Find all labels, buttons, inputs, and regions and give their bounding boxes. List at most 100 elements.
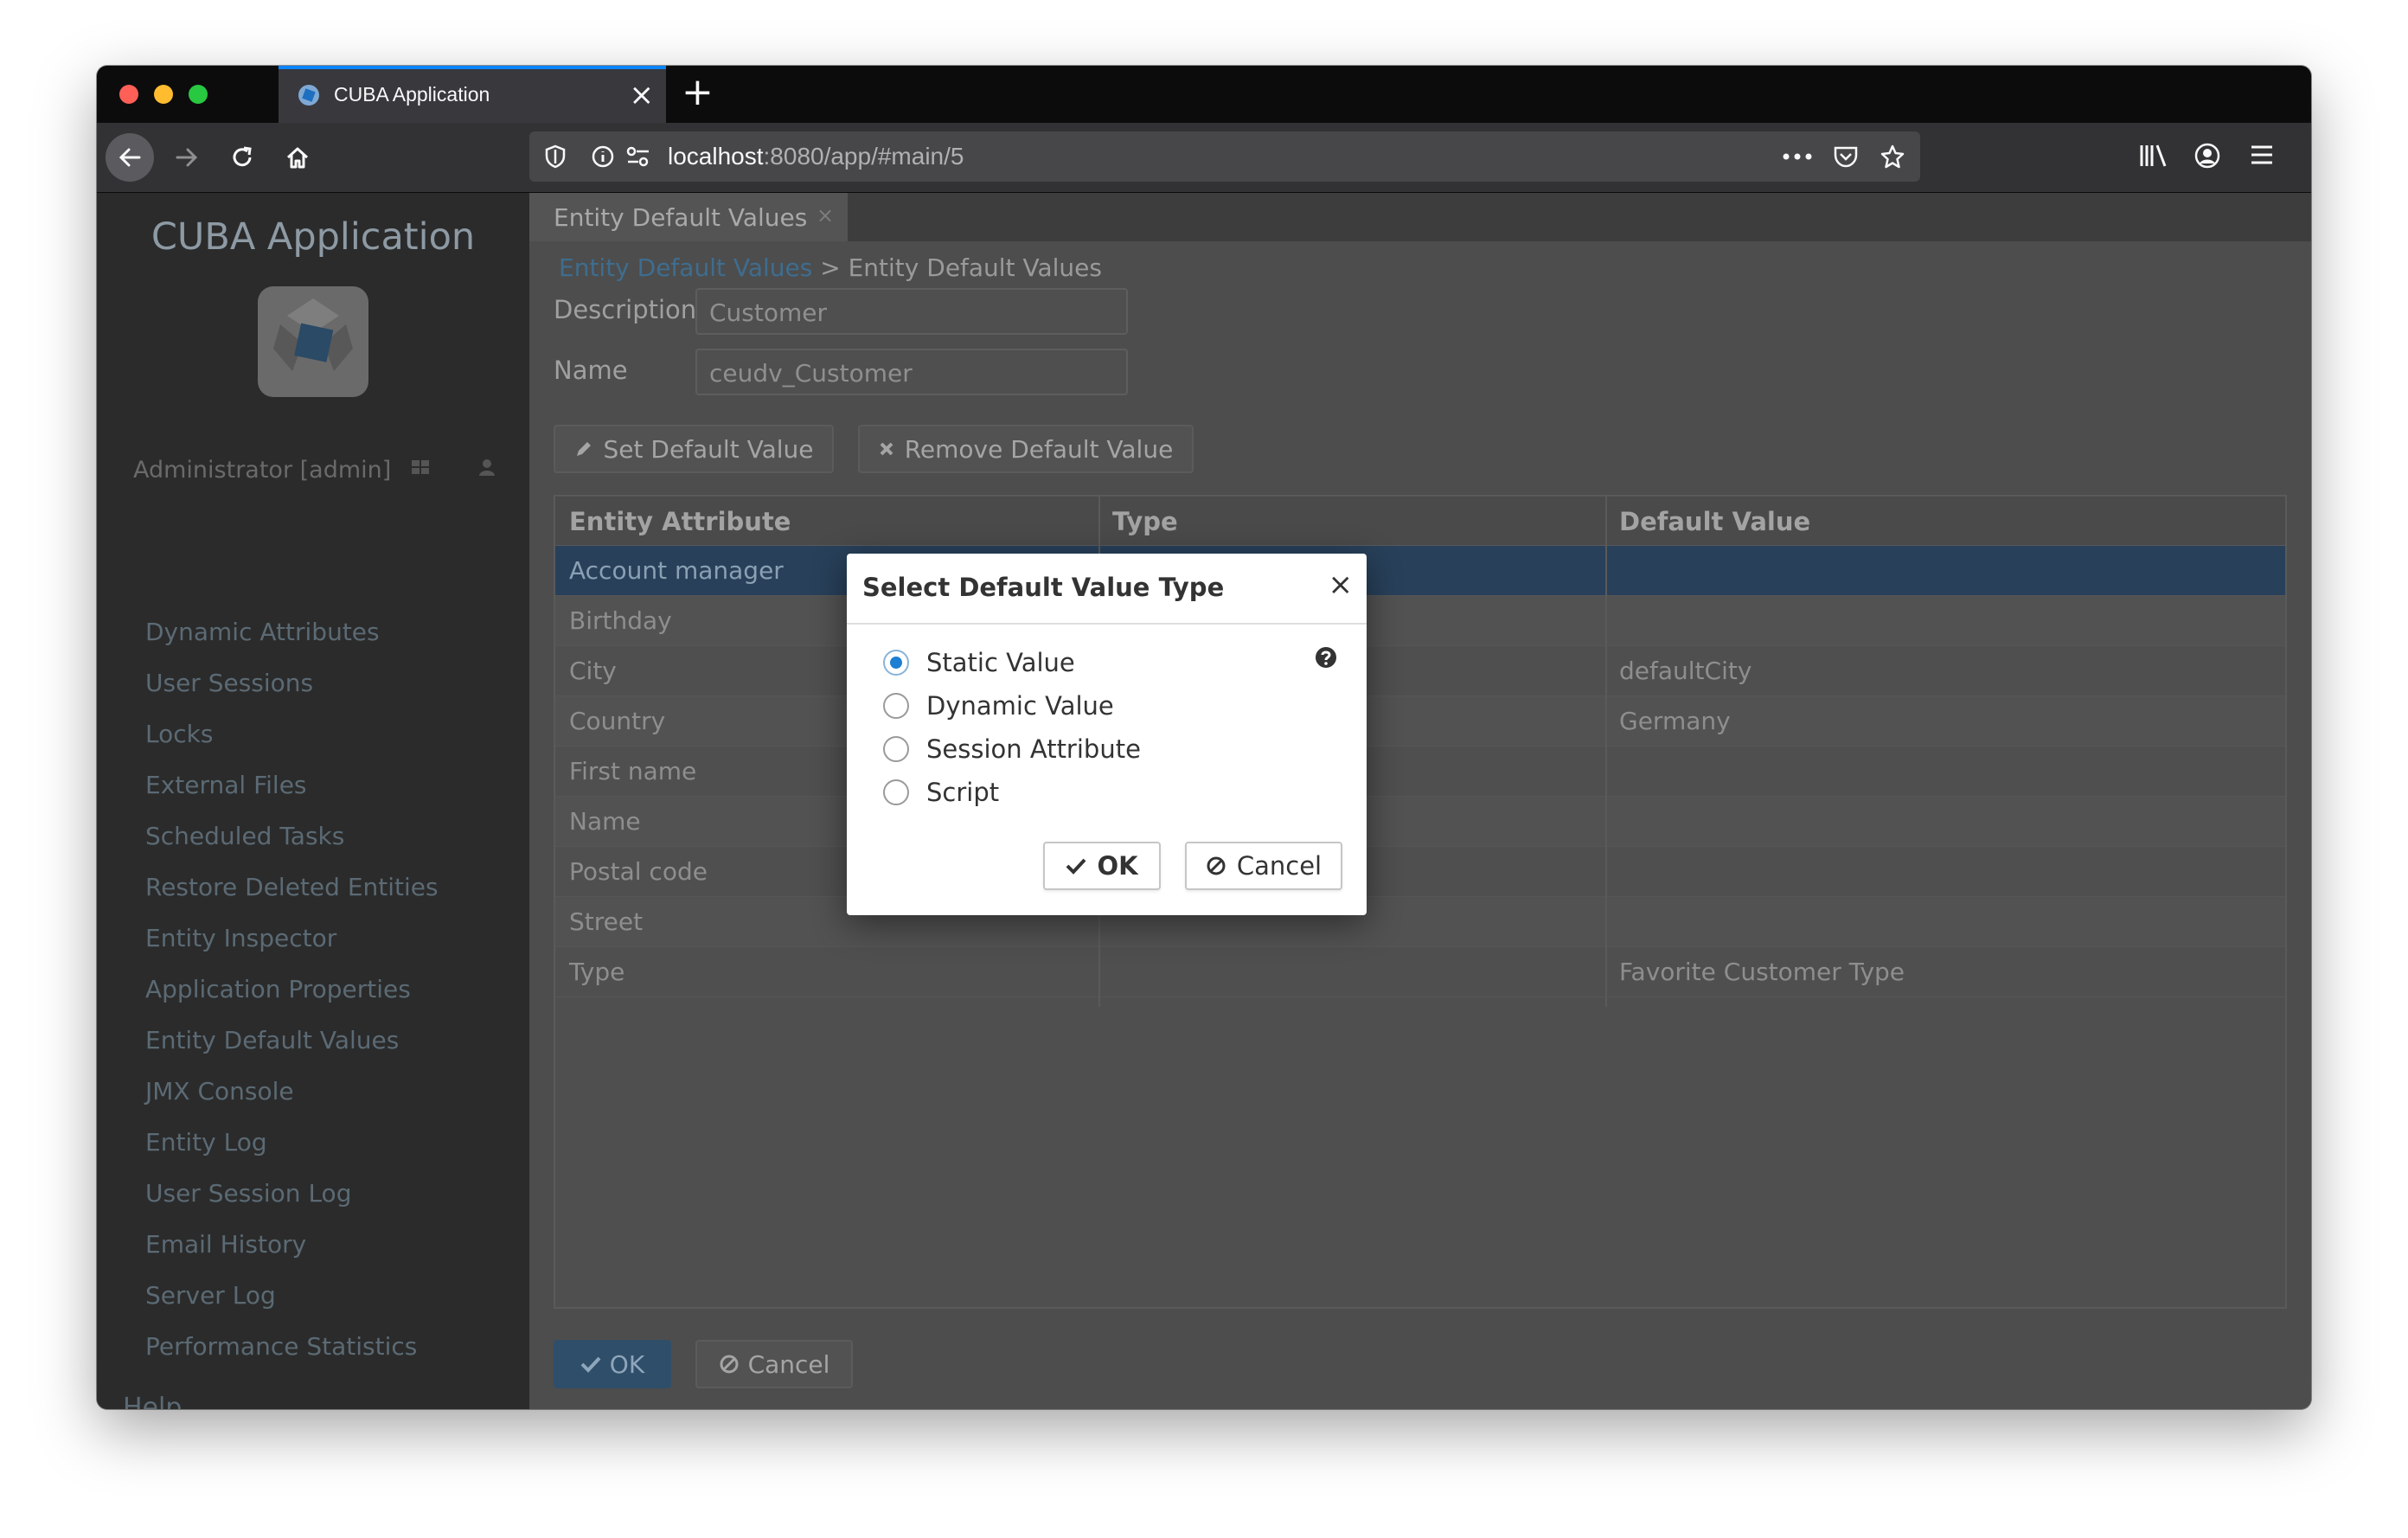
forward-button[interactable] [163, 133, 211, 182]
main-tabbar: Entity Default Values × [529, 193, 2311, 241]
sidebar-item-user-session-log[interactable]: User Session Log [145, 1179, 351, 1208]
user-label: Administrator [admin] [133, 457, 392, 484]
table-row[interactable]: Postal code [555, 847, 2285, 897]
table-row[interactable]: Name [555, 797, 2285, 847]
app-title: CUBA Application [150, 215, 476, 259]
radio-script[interactable] [883, 779, 909, 805]
sidebar-item-external-files[interactable]: External Files [145, 771, 307, 799]
sidebar-item-dynamic-attributes[interactable]: Dynamic Attributes [145, 618, 380, 646]
set-default-value-button[interactable]: Set Default Value [554, 425, 834, 473]
shield-icon[interactable] [543, 144, 567, 170]
table-row[interactable]: City defaultCity [555, 646, 2285, 696]
grid-icon[interactable] [410, 457, 431, 477]
main-tab-close-icon[interactable]: × [817, 203, 834, 227]
new-tab-icon[interactable]: + [682, 71, 714, 114]
dialog-cancel-label: Cancel [1236, 851, 1322, 881]
reload-button[interactable] [218, 133, 266, 182]
close-window-button[interactable] [119, 85, 138, 104]
radio-static-value[interactable] [883, 650, 909, 676]
home-icon [286, 147, 309, 169]
dialog-ok-button[interactable]: OK [1043, 842, 1161, 890]
breadcrumb: Entity Default Values > Entity Default V… [559, 253, 1102, 282]
cuba-favicon-icon [298, 85, 319, 106]
sidebar-item-help[interactable]: Help [123, 1393, 182, 1409]
remove-default-value-button[interactable]: Remove Default Value [858, 425, 1194, 473]
sidebar-item-entity-default-values[interactable]: Entity Default Values [145, 1026, 399, 1054]
question-circle-icon[interactable] [1314, 645, 1338, 670]
header-type[interactable]: Type [1112, 507, 1178, 536]
ok-button[interactable]: OK [554, 1340, 671, 1388]
sidebar-item-entity-inspector[interactable]: Entity Inspector [145, 924, 336, 952]
sidebar-item-locks[interactable]: Locks [145, 720, 213, 748]
url-host: localhost [668, 143, 764, 170]
main-content: Entity Default Values × Entity Default V… [529, 193, 2311, 1409]
reload-icon [233, 146, 252, 167]
sidebar-item-email-history[interactable]: Email History [145, 1230, 306, 1259]
home-button[interactable] [273, 133, 322, 182]
header-default-value[interactable]: Default Value [1619, 507, 1810, 536]
sidebar-item-user-sessions[interactable]: User Sessions [145, 669, 313, 697]
tab-close-icon[interactable]: × [630, 78, 655, 112]
table-row[interactable]: Type Favorite Customer Type [555, 947, 2285, 997]
set-default-value-label: Set Default Value [603, 434, 814, 464]
radio-dynamic-value[interactable] [883, 693, 909, 719]
option-static-value[interactable]: Static Value [883, 645, 1075, 680]
maximize-window-button[interactable] [189, 85, 208, 104]
option-session-attribute[interactable]: Session Attribute [883, 732, 1141, 766]
table-row[interactable]: Birthday [555, 596, 2285, 646]
cuba-logo-icon [273, 298, 353, 371]
cell-default: Germany [1619, 707, 1731, 735]
url-bar[interactable]: localhost:8080/app/#main/5 [529, 131, 1920, 182]
dialog-close-icon[interactable]: × [1329, 567, 1354, 602]
cell-attribute: City [569, 657, 617, 685]
description-field[interactable]: Customer [695, 288, 1128, 335]
sidebar-item-jmx-console[interactable]: JMX Console [145, 1077, 294, 1105]
bookmark-star-icon[interactable] [1879, 144, 1906, 170]
option-script[interactable]: Script [883, 775, 999, 810]
more-actions-icon[interactable] [1782, 152, 1813, 161]
column-divider[interactable] [1605, 497, 1607, 1007]
ban-icon [720, 1355, 739, 1374]
breadcrumb-current: > Entity Default Values [820, 253, 1102, 282]
library-icon[interactable] [2138, 142, 2169, 170]
hamburger-menu-icon[interactable] [2249, 142, 2275, 168]
minimize-window-button[interactable] [154, 85, 173, 104]
sidebar-item-restore-deleted-entities[interactable]: Restore Deleted Entities [145, 873, 439, 901]
tab-entity-default-values[interactable]: Entity Default Values × [529, 193, 848, 241]
radio-session-attribute[interactable] [883, 736, 909, 762]
table-row[interactable]: Account manager [555, 546, 2285, 596]
sidebar-item-application-properties[interactable]: Application Properties [145, 975, 411, 1003]
permissions-icon[interactable] [624, 144, 652, 170]
table-row[interactable]: Country Germany [555, 696, 2285, 747]
header-entity-attribute[interactable]: Entity Attribute [569, 507, 791, 536]
cell-attribute: Postal code [569, 857, 708, 886]
pocket-icon[interactable] [1832, 144, 1860, 170]
url-text[interactable]: localhost:8080/app/#main/5 [668, 143, 964, 170]
table-row[interactable]: First name [555, 747, 2285, 797]
option-dynamic-value[interactable]: Dynamic Value [883, 689, 1114, 723]
tab-title: CUBA Application [334, 83, 490, 106]
dialog-cancel-button[interactable]: Cancel [1185, 842, 1342, 890]
cell-default: Favorite Customer Type [1619, 958, 1905, 986]
sidebar-item-scheduled-tasks[interactable]: Scheduled Tasks [145, 822, 344, 850]
name-field[interactable]: ceudv_Customer [695, 349, 1128, 395]
table-row[interactable]: Street [555, 897, 2285, 947]
app-logo [258, 286, 368, 397]
account-icon[interactable] [2193, 142, 2221, 170]
browser-tab[interactable]: CUBA Application × [279, 66, 666, 123]
sidebar-item-performance-statistics[interactable]: Performance Statistics [145, 1332, 417, 1361]
select-default-value-type-dialog: Select Default Value Type × Static Value… [847, 554, 1367, 915]
back-button[interactable] [106, 133, 154, 182]
user-icon[interactable] [477, 457, 496, 477]
check-icon [1066, 858, 1086, 875]
ban-icon [1207, 856, 1226, 875]
table-header-row: Entity Attribute Type Default Value [555, 497, 2285, 546]
description-label: Description [554, 295, 697, 324]
cancel-button[interactable]: Cancel [695, 1340, 853, 1388]
dialog-header: Select Default Value Type × [847, 554, 1367, 625]
breadcrumb-link[interactable]: Entity Default Values [559, 253, 812, 282]
sidebar-item-server-log[interactable]: Server Log [145, 1281, 276, 1310]
cell-attribute: Street [569, 907, 644, 936]
info-icon[interactable] [590, 144, 616, 170]
sidebar-item-entity-log[interactable]: Entity Log [145, 1128, 267, 1157]
